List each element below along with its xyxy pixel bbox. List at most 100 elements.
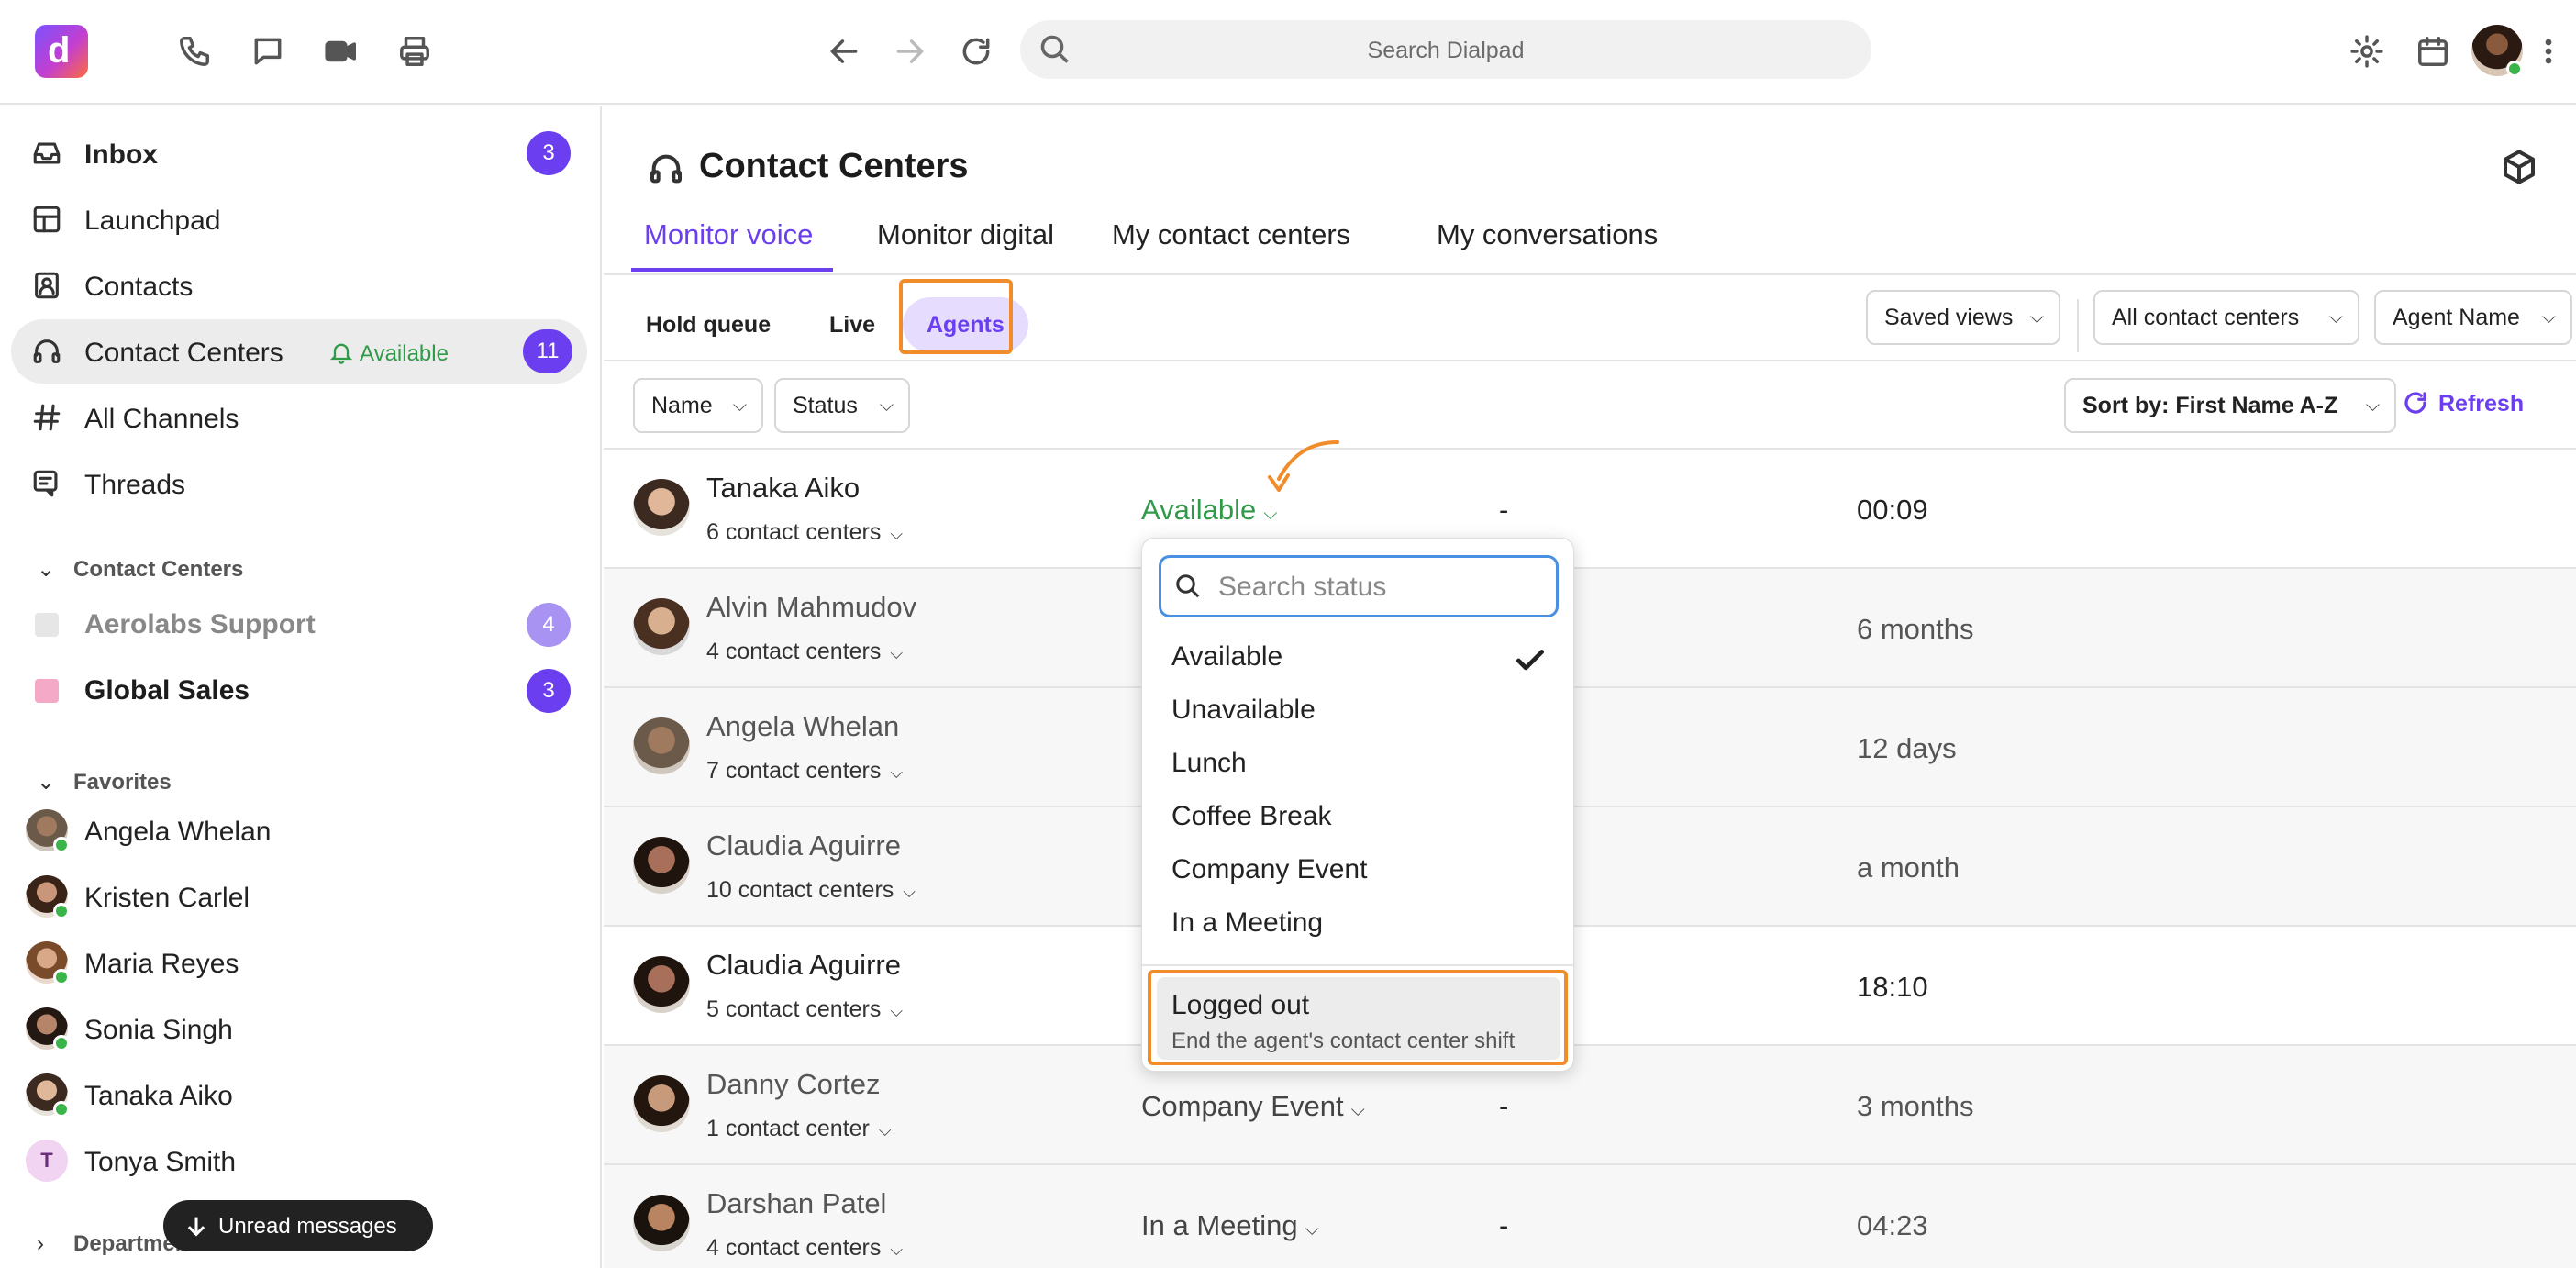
avatar: T xyxy=(26,1140,68,1182)
sort-dropdown[interactable]: Sort by: First Name A-Z ⌵ xyxy=(2064,378,2396,433)
agent-name: Danny Cortez xyxy=(706,1068,881,1100)
chevron-down-icon: ⌵ xyxy=(2029,307,2044,328)
cc-global-sales-badge: 3 xyxy=(527,669,571,713)
status-filter[interactable]: Status ⌵ xyxy=(774,378,910,433)
avatar xyxy=(633,479,690,536)
forward-icon[interactable] xyxy=(888,29,932,73)
phone-icon[interactable] xyxy=(172,29,217,73)
headset-icon xyxy=(648,150,684,187)
saved-views-dropdown[interactable]: Saved views ⌵ xyxy=(1866,290,2060,345)
launchpad-icon xyxy=(31,204,62,235)
agents-highlight-box xyxy=(899,279,1013,354)
more-icon[interactable] xyxy=(2537,29,2559,73)
sidebar-item-inbox[interactable]: Inbox 3 xyxy=(11,121,587,185)
agent-centers-toggle[interactable]: 1 contact center ⌵ xyxy=(706,1116,892,1142)
subtab-hold-queue[interactable]: Hold queue xyxy=(622,297,794,352)
cc-color-swatch xyxy=(35,679,59,703)
agent-status-dropdown[interactable]: In a Meeting ⌵ xyxy=(1141,1209,1319,1242)
agent-centers-toggle[interactable]: 10 contact centers ⌵ xyxy=(706,877,916,904)
agent-duration: 6 months xyxy=(1857,613,1974,645)
settings-icon[interactable] xyxy=(2345,29,2389,73)
agent-activity: - xyxy=(1499,494,1509,526)
print-icon[interactable] xyxy=(393,29,437,73)
tab-monitor-voice[interactable]: Monitor voice xyxy=(631,209,834,272)
table-row[interactable]: Tanaka Aiko 6 contact centers ⌵ Available… xyxy=(604,448,2576,567)
reload-icon[interactable] xyxy=(954,29,998,73)
name-filter[interactable]: Name ⌵ xyxy=(633,378,763,433)
agent-centers-toggle[interactable]: 4 contact centers ⌵ xyxy=(706,639,903,665)
agent-status-dropdown[interactable]: Available ⌵ xyxy=(1141,494,1277,527)
dialpad-logo[interactable]: d xyxy=(35,25,88,78)
agent-duration: 3 months xyxy=(1857,1090,1974,1122)
contact-centers-section-header[interactable]: ⌄ Contact Centers xyxy=(37,556,243,583)
agent-centers-toggle[interactable]: 5 contact centers ⌵ xyxy=(706,996,903,1023)
status-option-in-a-meeting[interactable]: In a Meeting xyxy=(1171,907,1323,939)
search-placeholder: Search Dialpad xyxy=(1367,38,1525,63)
calendar-icon[interactable] xyxy=(2411,29,2455,73)
cc-color-swatch xyxy=(35,613,59,637)
chevron-down-icon: ⌵ xyxy=(732,395,747,416)
sidebar-item-all-channels[interactable]: All Channels xyxy=(11,385,587,450)
agent-name-dropdown[interactable]: Agent Name ⌵ xyxy=(2374,290,2572,345)
refresh-icon xyxy=(2404,392,2426,414)
sidebar-item-threads[interactable]: Threads xyxy=(11,451,587,516)
global-search-input[interactable]: Search Dialpad xyxy=(1020,20,1871,79)
status-dropdown-menu: Available Unavailable Lunch Coffee Break… xyxy=(1141,538,1575,1072)
toolbar-divider-horizontal xyxy=(604,360,2576,361)
agent-name: Claudia Aguirre xyxy=(706,829,901,862)
back-icon[interactable] xyxy=(822,29,866,73)
inbox-icon xyxy=(31,138,62,169)
chevron-down-icon: ⌵ xyxy=(2541,307,2556,328)
unread-messages-button[interactable]: Unread messages xyxy=(163,1200,433,1251)
tab-my-conversations[interactable]: My conversations xyxy=(1437,209,1658,272)
agent-activity: - xyxy=(1499,1209,1509,1241)
sidebar-item-label: Contacts xyxy=(84,272,194,302)
sidebar-item-label: Threads xyxy=(84,470,186,500)
chevron-down-icon: ⌵ xyxy=(2328,307,2343,328)
chevron-down-icon: ⌵ xyxy=(1350,1100,1365,1120)
status-option-unavailable[interactable]: Unavailable xyxy=(1171,695,1316,726)
status-search-input[interactable] xyxy=(1218,569,1539,606)
bell-icon xyxy=(329,343,353,364)
subtab-live[interactable]: Live xyxy=(805,297,899,352)
chevron-right-icon: › xyxy=(37,1231,44,1256)
avatar xyxy=(633,1075,690,1132)
cc-item-label: Aerolabs Support xyxy=(84,609,316,640)
sidebar-item-launchpad[interactable]: Launchpad xyxy=(11,187,587,251)
chevron-down-icon: ⌵ xyxy=(1263,504,1278,524)
agent-centers-toggle[interactable]: 6 contact centers ⌵ xyxy=(706,519,903,546)
table-row[interactable]: Claudia Aguirre 5 contact centers ⌵ 18:10 xyxy=(604,925,2576,1044)
table-row[interactable]: Alvin Mahmudov 4 contact centers ⌵ 6 mont… xyxy=(604,567,2576,686)
agent-centers-toggle[interactable]: 7 contact centers ⌵ xyxy=(706,758,903,784)
status-option-lunch[interactable]: Lunch xyxy=(1171,748,1247,779)
chat-icon[interactable] xyxy=(246,29,290,73)
favorite-name: Sonia Singh xyxy=(84,1015,233,1045)
status-search-field[interactable] xyxy=(1159,555,1559,617)
all-contact-centers-dropdown[interactable]: All contact centers ⌵ xyxy=(2093,290,2359,345)
agent-duration: a month xyxy=(1857,851,1960,884)
table-row[interactable]: Angela Whelan 7 contact centers ⌵ 12 days xyxy=(604,686,2576,806)
cube-icon[interactable] xyxy=(2501,149,2537,185)
tab-my-contact-centers[interactable]: My contact centers xyxy=(1112,209,1350,272)
avatar xyxy=(633,837,690,894)
status-option-available[interactable]: Available xyxy=(1171,641,1282,673)
status-option-coffee-break[interactable]: Coffee Break xyxy=(1171,801,1332,832)
refresh-button[interactable]: Refresh xyxy=(2404,391,2524,417)
unread-messages-label: Unread messages xyxy=(218,1214,397,1239)
table-row[interactable]: Claudia Aguirre 10 contact centers ⌵ a mo… xyxy=(604,806,2576,925)
threads-icon xyxy=(31,468,62,499)
agent-status-dropdown[interactable]: Company Event ⌵ xyxy=(1141,1090,1365,1123)
tabs-divider xyxy=(604,273,2576,275)
favorites-section-header[interactable]: ⌄ Favorites xyxy=(37,769,172,795)
annotation-arrow xyxy=(1268,440,1339,492)
agent-status-indicator[interactable]: Available xyxy=(329,341,449,367)
sidebar-item-contact-centers[interactable]: Contact Centers Available 11 xyxy=(11,319,587,384)
tab-monitor-digital[interactable]: Monitor digital xyxy=(877,209,1054,272)
agent-centers-toggle[interactable]: 4 contact centers ⌵ xyxy=(706,1235,903,1262)
video-icon[interactable] xyxy=(319,29,363,73)
sidebar-item-contacts[interactable]: Contacts xyxy=(11,253,587,317)
table-row[interactable]: Danny Cortez 1 contact center ⌵ Company E… xyxy=(604,1044,2576,1163)
status-option-company-event[interactable]: Company Event xyxy=(1171,854,1367,885)
table-row[interactable]: Darshan Patel 4 contact centers ⌵ In a Me… xyxy=(604,1163,2576,1268)
main-content: Contact Centers Monitor voice Monitor di… xyxy=(604,106,2576,1268)
